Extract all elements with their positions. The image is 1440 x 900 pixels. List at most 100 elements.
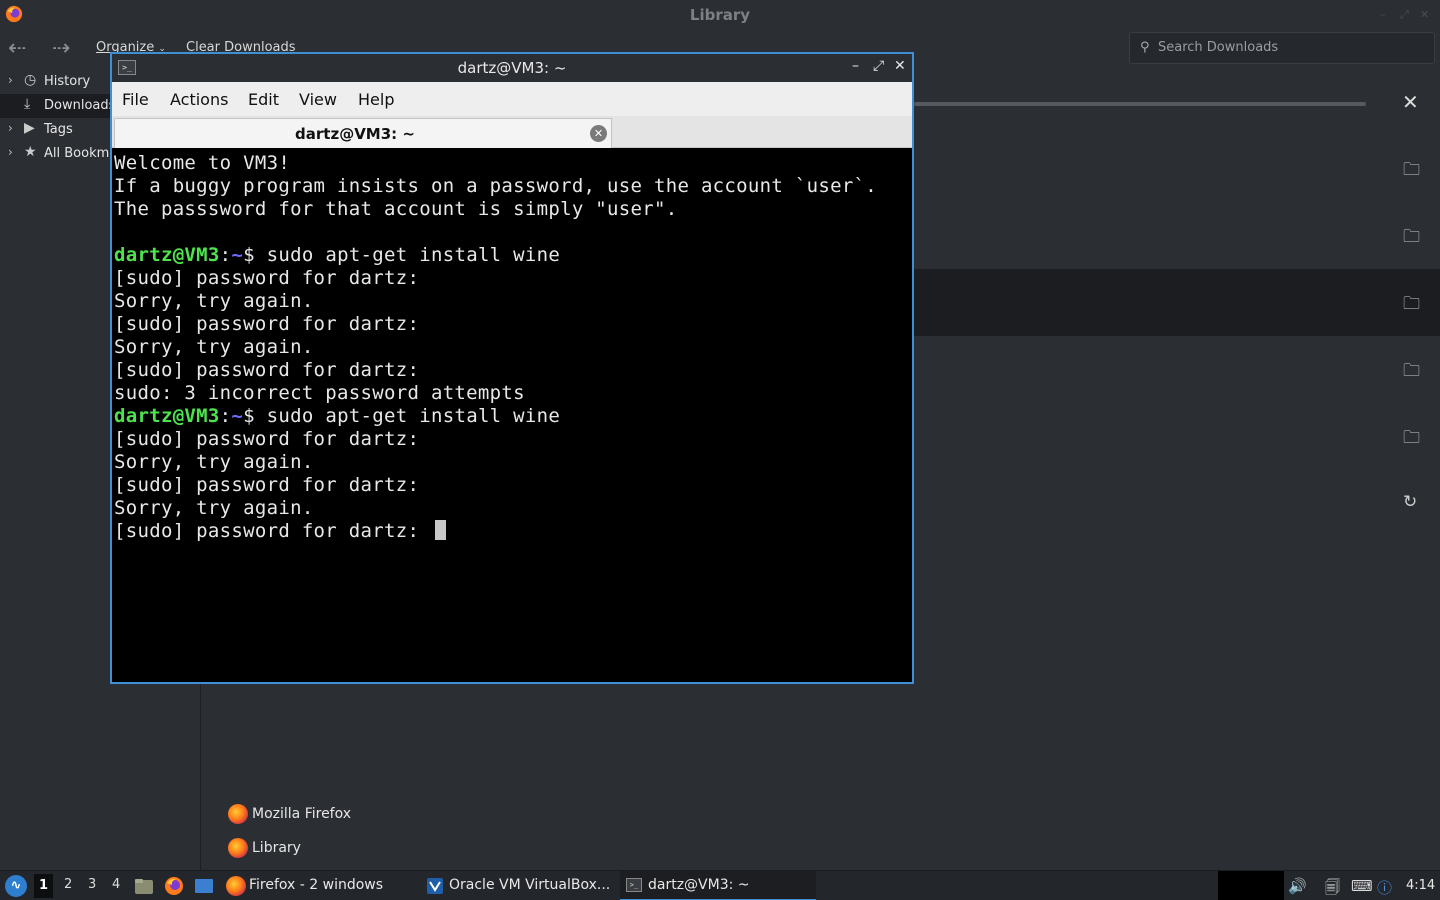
menu-help[interactable]: Help: [358, 90, 394, 109]
terminal-line-text: [sudo] password for dartz:: [114, 474, 420, 496]
virtualbox-icon: [427, 878, 443, 894]
clock-icon: ◷: [24, 72, 37, 88]
tag-icon: ▶: [24, 120, 35, 136]
folder-icon[interactable]: 🗀: [1403, 291, 1420, 320]
firefox-icon: [228, 838, 248, 858]
menu-file[interactable]: File: [122, 90, 149, 109]
prompt-colon: :: [219, 405, 232, 427]
popup-item-label: Library: [252, 840, 301, 856]
tray-spacer: [1218, 871, 1284, 900]
workspace-3[interactable]: 3: [88, 877, 96, 892]
task-firefox[interactable]: Firefox - 2 windows: [222, 871, 402, 900]
terminal-output[interactable]: Welcome to VM3! If a buggy program insist…: [114, 152, 910, 682]
task-label: Oracle VM VirtualBox...: [449, 877, 611, 893]
terminal-line-text: Welcome to VM3!: [114, 152, 291, 174]
terminal-line: If a buggy program insists on a password…: [114, 175, 910, 198]
terminal-titlebar[interactable]: >_ dartz@VM3: ~ – ⤢ ✕: [112, 54, 912, 82]
maximize-icon[interactable]: ⤢: [1400, 8, 1409, 22]
taskbar: ∿ 1 2 3 4 Firefox - 2 windows Oracle VM …: [0, 870, 1440, 900]
download-progress-bar: [914, 102, 1366, 106]
chevron-right-icon[interactable]: ›: [8, 145, 13, 159]
terminal-line: [sudo] password for dartz:: [114, 428, 910, 451]
terminal-line: Sorry, try again.: [114, 290, 910, 313]
terminal-line: [sudo] password for dartz:: [114, 474, 910, 497]
terminal-line: [sudo] password for dartz:: [114, 313, 910, 336]
file-manager-icon[interactable]: [134, 876, 154, 896]
chevron-right-icon[interactable]: ›: [8, 73, 13, 87]
tab-terminal[interactable]: dartz@VM3: ~ ✕: [114, 118, 612, 148]
terminal-line-text: [sudo] password for dartz:: [114, 520, 431, 542]
folder-icon[interactable]: 🗀: [1403, 425, 1420, 454]
terminal-line-text: Sorry, try again.: [114, 290, 314, 312]
popup-item-label: Mozilla Firefox: [252, 806, 352, 822]
prompt-user: dartz@VM3: [114, 405, 220, 427]
text-cursor: [434, 520, 446, 540]
terminal-line-text: Sorry, try again.: [114, 451, 314, 473]
terminal-line-text: Sorry, try again.: [114, 497, 314, 519]
firefox-icon[interactable]: [164, 876, 184, 896]
terminal-line: The passsword for that account is simply…: [114, 198, 910, 221]
terminal-line-text: sudo: 3 incorrect password attempts: [114, 382, 525, 404]
back-arrow-icon[interactable]: ⇠: [8, 36, 26, 61]
terminal-line-text: [sudo] password for dartz:: [114, 359, 420, 381]
start-menu-icon[interactable]: ∿: [5, 875, 27, 897]
close-icon[interactable]: ✕: [1402, 90, 1419, 114]
desktop-icon[interactable]: [194, 876, 214, 896]
clipboard-icon[interactable]: 🗐: [1325, 877, 1340, 900]
task-label: dartz@VM3: ~: [648, 877, 750, 893]
window-list-popup: Mozilla Firefox Library: [220, 796, 370, 868]
search-box[interactable]: ⚲: [1129, 32, 1435, 64]
prompt-path: ~: [231, 405, 244, 427]
workspace-2[interactable]: 2: [64, 877, 72, 892]
task-virtualbox[interactable]: Oracle VM VirtualBox...: [422, 871, 614, 900]
terminal-line-text: Sorry, try again.: [114, 336, 314, 358]
minimize-icon[interactable]: –: [1380, 8, 1386, 21]
chevron-right-icon[interactable]: ›: [8, 121, 13, 135]
sidebar-item-label: Downloads: [44, 98, 116, 113]
task-label: Firefox - 2 windows: [249, 877, 384, 893]
library-window-title: Library: [689, 6, 751, 24]
sidebar-item-label: History: [44, 74, 91, 89]
folder-icon[interactable]: 🗀: [1403, 157, 1420, 186]
terminal-line-text: sudo apt-get install wine: [266, 405, 561, 427]
terminal-line-text: [sudo] password for dartz:: [114, 267, 420, 289]
terminal-line-text: [sudo] password for dartz:: [114, 428, 420, 450]
keyboard-icon[interactable]: ⌨: [1351, 877, 1373, 895]
sidebar-item-label: Tags: [44, 122, 73, 137]
close-icon[interactable]: ✕: [1420, 8, 1429, 21]
firefox-icon: [228, 804, 248, 824]
retry-icon[interactable]: ↻: [1403, 492, 1417, 512]
minimize-icon[interactable]: –: [852, 58, 859, 74]
clock: 4:14: [1406, 878, 1436, 893]
terminal-line-text: [sudo] password for dartz:: [114, 313, 420, 335]
task-terminal[interactable]: >_ dartz@VM3: ~: [620, 871, 816, 900]
tab-close-icon[interactable]: ✕: [590, 125, 607, 142]
folder-icon[interactable]: 🗀: [1403, 358, 1420, 387]
prompt-user: dartz@VM3: [114, 244, 220, 266]
star-icon: ★: [24, 144, 37, 160]
menu-view[interactable]: View: [299, 90, 337, 109]
prompt-dollar: $: [243, 244, 267, 266]
terminal-line-text: The passsword for that account is simply…: [114, 198, 678, 220]
menu-actions[interactable]: Actions: [170, 90, 228, 109]
terminal-window-title: dartz@VM3: ~: [457, 59, 567, 77]
close-icon[interactable]: ✕: [894, 58, 906, 74]
terminal-line: [sudo] password for dartz:: [114, 267, 910, 290]
terminal-line: Sorry, try again.: [114, 497, 910, 520]
folder-icon[interactable]: 🗀: [1403, 224, 1420, 253]
workspace-1[interactable]: 1: [34, 874, 54, 898]
terminal-line: [sudo] password for dartz:: [114, 520, 910, 543]
forward-arrow-icon[interactable]: ⇢: [52, 36, 70, 61]
notification-icon[interactable]: ⓘ: [1377, 877, 1392, 898]
menu-edit[interactable]: Edit: [248, 90, 279, 109]
terminal-line: [sudo] password for dartz:: [114, 359, 910, 382]
volume-icon[interactable]: 🔊: [1288, 877, 1307, 895]
maximize-icon[interactable]: ⤢: [873, 58, 884, 74]
search-icon: ⚲: [1140, 40, 1150, 55]
prompt-colon: :: [219, 244, 232, 266]
workspace-4[interactable]: 4: [112, 877, 120, 892]
search-input[interactable]: [1158, 40, 1428, 55]
terminal-line: Welcome to VM3!: [114, 152, 910, 175]
terminal-line: sudo: 3 incorrect password attempts: [114, 382, 910, 405]
